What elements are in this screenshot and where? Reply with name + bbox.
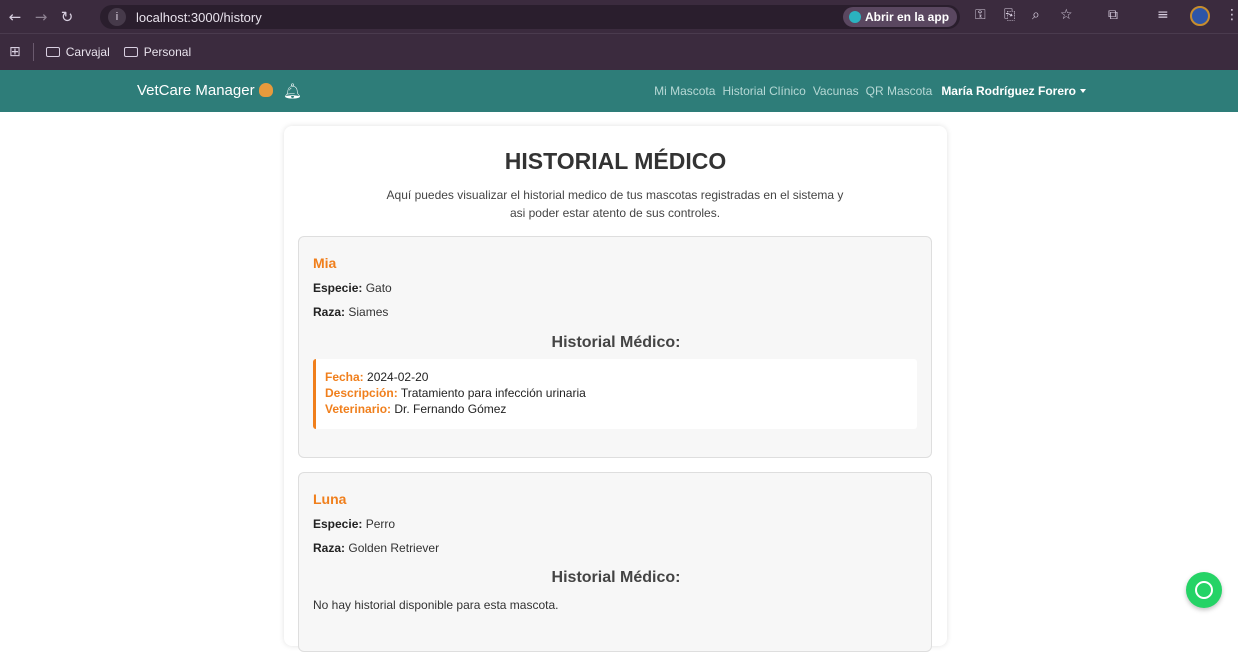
browser-toolbar: ← → ↻ i localhost:3000/history Abrir en … [0, 0, 1238, 33]
species-label: Especie: [313, 517, 363, 531]
url-text[interactable]: localhost:3000/history [136, 10, 262, 25]
caret-down-icon [1080, 89, 1086, 93]
page-intro: Aquí puedes visualizar el historial medi… [386, 188, 844, 220]
key-icon[interactable]: ⚿ [975, 7, 986, 23]
nav-link-mi-mascota[interactable]: Mi Mascota [654, 84, 715, 98]
date-value: 2024-02-20 [367, 370, 429, 384]
species-label: Especie: [313, 281, 363, 295]
record-description: Descripción: Tratamiento para infección … [325, 385, 917, 401]
nav-links: Mi Mascota Historial Clínico Vacunas QR … [647, 84, 1086, 98]
bookmark-carvajal[interactable]: Carvajal [45, 45, 110, 59]
user-name: María Rodríguez Forero [941, 84, 1076, 98]
bell-icon[interactable]: 🔔︎ [283, 82, 302, 100]
breed-label: Raza: [313, 305, 346, 319]
pet-name: Luna [313, 491, 347, 507]
site-info-icon[interactable]: i [108, 8, 126, 26]
history-record: Fecha: 2024-02-20 Descripción: Tratamien… [313, 359, 917, 429]
folder-icon [45, 47, 60, 57]
brand-name: VetCare Manager [137, 82, 255, 99]
pet-name: Mia [313, 255, 337, 271]
apps-grid-icon[interactable]: ⊞ [9, 44, 21, 60]
veterinarian-value: Dr. Fernando Gómez [394, 402, 507, 416]
profile-avatar[interactable] [1190, 6, 1210, 26]
pet-species: Especie: Gato [313, 281, 392, 295]
folder-icon [123, 47, 138, 57]
pet-emoji-icon [258, 83, 273, 97]
breed-value: Siames [348, 305, 389, 319]
nav-link-historial-clinico[interactable]: Historial Clínico [722, 84, 805, 98]
open-in-app-label: Abrir en la app [865, 10, 950, 24]
veterinarian-label: Veterinario: [325, 402, 392, 416]
breed-value: Golden Retriever [348, 541, 440, 555]
reload-icon[interactable]: ↻ [56, 8, 78, 26]
brand-link[interactable]: VetCare Manager [137, 82, 273, 99]
history-section-title: Historial Médico: [551, 334, 681, 351]
history-section-title: Historial Médico: [551, 569, 681, 586]
species-value: Perro [365, 517, 396, 531]
pet-breed: Raza: Siames [313, 305, 388, 319]
pet-species: Especie: Perro [313, 517, 395, 531]
description-label: Descripción: [325, 386, 398, 400]
extensions-icon[interactable]: ⧉ [1108, 7, 1118, 23]
browser-menu-icon[interactable]: ⋮ [1225, 7, 1238, 23]
pet-card: Luna Especie: Perro Raza: Golden Retriev… [298, 472, 932, 652]
bookmark-star-icon[interactable]: ☆ [1060, 7, 1073, 23]
date-label: Fecha: [325, 370, 364, 384]
whatsapp-icon [1195, 581, 1213, 599]
reading-list-icon[interactable]: ≡ [1157, 7, 1169, 23]
address-bar[interactable]: i localhost:3000/history [100, 5, 960, 29]
open-in-app-button[interactable]: Abrir en la app [843, 7, 958, 27]
bookmarks-divider [32, 43, 34, 61]
back-arrow-icon[interactable]: ← [4, 8, 26, 26]
translate-icon[interactable]: ⎘ [1004, 7, 1015, 23]
bookmarks-bar: ⊞ Carvajal Personal [0, 33, 1238, 70]
user-menu-dropdown[interactable]: María Rodríguez Forero [941, 84, 1086, 98]
bookmark-label: Personal [143, 45, 192, 59]
nav-link-qr-mascota[interactable]: QR Mascota [866, 84, 933, 98]
nav-link-vacunas[interactable]: Vacunas [813, 84, 859, 98]
breed-label: Raza: [313, 541, 346, 555]
history-page-card: HISTORIAL MÉDICO Aquí puedes visualizar … [284, 126, 947, 652]
app-navbar: VetCare Manager 🔔︎ Mi Mascota Historial … [0, 70, 1238, 112]
record-date: Fecha: 2024-02-20 [325, 369, 917, 385]
description-value: Tratamiento para infección urinaria [400, 386, 586, 400]
pet-card: Mia Especie: Gato Raza: Siames Historial… [298, 236, 932, 458]
bookmark-label: Carvajal [65, 45, 110, 59]
record-veterinarian: Veterinario: Dr. Fernando Gómez [325, 401, 917, 417]
zoom-icon[interactable]: ⌕ [1032, 7, 1040, 23]
pet-breed: Raza: Golden Retriever [313, 541, 439, 555]
species-value: Gato [365, 281, 392, 295]
bookmark-personal[interactable]: Personal [123, 45, 192, 59]
whatsapp-button[interactable] [1186, 572, 1222, 608]
app-icon [849, 11, 861, 23]
page-title: HISTORIAL MÉDICO [504, 148, 727, 174]
empty-history-text: No hay historial disponible para esta ma… [313, 598, 559, 612]
forward-arrow-icon[interactable]: → [30, 8, 52, 26]
